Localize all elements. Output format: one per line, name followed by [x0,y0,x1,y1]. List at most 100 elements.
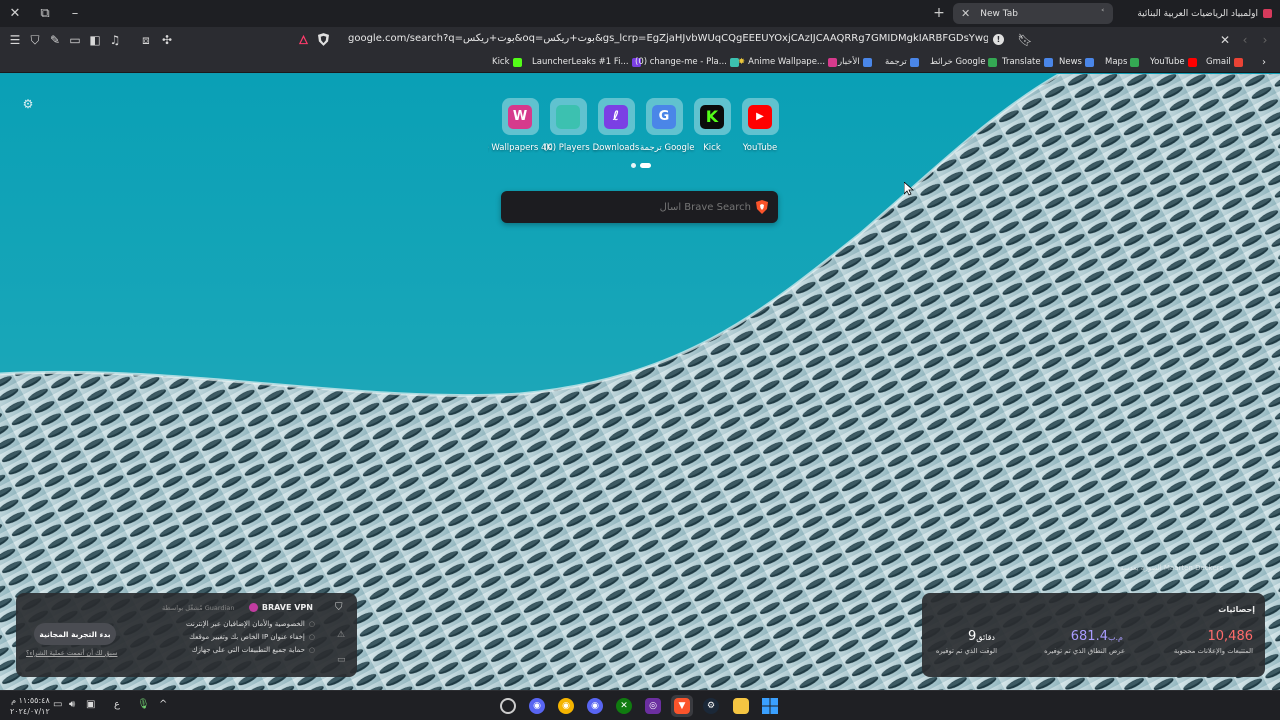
start-free-trial-button[interactable]: بدء التجربة المجانية [34,623,116,645]
tab-audio-icon: ˂ [1100,8,1106,19]
info-icon[interactable]: ! [993,34,1004,45]
bookmark-news-ar[interactable]: الأخبار [838,57,872,67]
top-site-players[interactable]: (0) Players ... [544,98,600,153]
brave-shields-icon[interactable] [318,33,329,46]
vpn-shield-icon[interactable]: ⛉ [26,31,44,49]
windows-taskbar: ١١:٥٥:٤٨ م ٢٠٢٤/٠٧/١٢ ▭ 🔊︎ ▣ ع 🎙︎ ^ ◉ ◉ … [0,690,1280,720]
vpn-guardian-label: مُشغّل بواسطة Guardian [162,604,235,612]
downloads-icon: ℓ [604,104,628,129]
close-find-icon[interactable]: ✕ [1216,31,1234,49]
check-icon: ○ [308,620,315,628]
extensions-icon[interactable]: ✎ [46,31,64,49]
vpn-title: BRAVE VPN [248,603,313,612]
tray-clock[interactable]: ١١:٥٥:٤٨ م ٢٠٢٤/٠٧/١٢ [10,695,50,717]
screenshot-icon[interactable]: ⧈ [137,31,155,49]
folder-icon [733,698,749,714]
stat-trackers-blocked: 10,486 المتتبعات والإعلانات محجوبة [1173,629,1253,655]
rewards-icon[interactable] [298,34,309,45]
page-settings-icon[interactable]: ⚙ [20,96,36,112]
new-tab-button[interactable]: + [930,4,948,22]
check-icon: ○ [308,646,315,654]
vpn-feature: ○الخصوصية والأمان الإضافيان عبر الإنترنت [185,620,315,628]
vpn-screen-icon: ▭ [337,655,346,665]
tray-overflow-icon[interactable]: ^ [159,699,167,710]
music-icon[interactable]: ♫ [106,31,124,49]
bookmark-youtube[interactable]: YouTube [1150,57,1197,67]
taskbar-app-discord[interactable]: ◉ [526,695,548,717]
new-tab-page: ⚙ W Anime Wallpapers 4K 🌸 ... (0) Player… [0,74,1280,690]
taskbar-app-steam[interactable]: ⚙ [700,695,722,717]
vpn-feature: ○إخفاء عنوان IP الخاص بك وتغيير موقعك [189,633,315,641]
player-icon [556,104,580,129]
tab-new-tab[interactable]: ✕ New Tab ˂ [953,3,1113,24]
input-language[interactable]: ع [114,699,120,710]
gmail-icon [1233,57,1243,67]
tab-strip: ✕ ⧉ – + ✕ New Tab ˂ اولمبياد الرياضيات ا… [0,0,1280,27]
browser-toolbar: ☰ ⛉ ✎ ▭ ◧ ♫ ⧈ ✣ google.com/search?q=بوت+… [0,27,1280,53]
bookmark-maps[interactable]: Maps [1105,57,1140,67]
stats-title: إحصائيات [1218,605,1255,614]
volume-icon[interactable]: 🔊︎ [69,699,75,710]
top-site-anime-wallpapers[interactable]: W Anime Wallpapers 4K 🌸 ... [488,98,552,153]
google-translate-icon: G [652,104,676,129]
battery-icon[interactable]: ▭ [53,699,62,710]
puzzle-icon[interactable]: ✣ [158,31,176,49]
brave-vpn-card: ⛉ BRAVE VPN مُشغّل بواسطة Guardian ○الخص… [16,593,357,677]
discord-ptb-icon: ◉ [587,698,603,714]
bookmarks-overflow-icon[interactable]: › [1262,57,1266,68]
taskbar-app-brave[interactable]: ▼ [671,695,693,717]
bookmark-change-me[interactable]: (0) change-me - Pla... [635,57,739,67]
bookmark-anime-wallpapers[interactable]: ✸ Anime Wallpape... [738,57,838,67]
top-site-downloads[interactable]: ℓ Downloads [592,98,640,153]
forward-icon[interactable]: › [1256,31,1274,49]
taskbar-app-file-explorer[interactable] [730,695,752,717]
tab-title: New Tab [980,8,1018,19]
stats-card: إحصائيات 10,486 المتتبعات والإعلانات محج… [922,593,1265,677]
menu-icon[interactable]: ☰ [6,31,24,49]
taskbar-app-xbox[interactable]: ✕ [613,695,635,717]
top-site-kick[interactable]: K Kick [688,98,736,153]
pager-dot[interactable] [631,163,636,168]
bookmark-icon[interactable]: 🔖︎ [1016,31,1034,49]
network-icon[interactable]: ▣ [86,699,95,710]
search-input[interactable] [511,197,751,217]
taskbar-start-button[interactable] [759,695,781,717]
bookmark-gmail[interactable]: Gmail [1206,57,1243,67]
sidebar-icon[interactable]: ◧ [86,31,104,49]
taskbar-app-obs[interactable]: ◎ [642,695,664,717]
stat-time-saved: دقائق9 الوقت الذي تم توفيره [935,629,997,655]
check-icon: ○ [308,633,315,641]
microphone-icon[interactable]: 🎙︎ [137,699,150,710]
youtube-icon [1187,57,1197,67]
top-site-google-translate[interactable]: G ترجمة Google [640,98,694,153]
address-bar[interactable]: google.com/search?q=بوت+ريكس&oq=بوت+ريكس… [290,29,1016,51]
taskbar-app-discord-canary[interactable]: ◉ [555,695,577,717]
bookmark-translate-ar[interactable]: ترجمة [885,57,919,67]
wallet-icon[interactable]: ▭ [66,31,84,49]
pager-dot-active[interactable] [640,163,651,168]
bookmark-maps-ar[interactable]: خرائط Google [930,57,998,67]
bookmark-launcherleaks[interactable]: LauncherLeaks #1 Fi... [532,57,641,67]
news-icon [862,57,872,67]
back-icon[interactable]: ‹ [1236,31,1254,49]
window-minimize-button[interactable]: – [60,3,90,23]
bookmark-kick[interactable]: Kick [492,57,522,67]
tab-olympiad[interactable]: اولمبياد الرياضيات العربية البنائية [1118,3,1280,24]
tab-close-icon[interactable]: ✕ [961,7,970,20]
steam-icon: ⚙ [703,698,719,714]
youtube-icon: ▶ [748,104,772,129]
photo-credit[interactable]: الصورة بعدسة Maarten Deckers [1120,564,1223,572]
taskbar-app-ring[interactable] [497,695,519,717]
kick-icon: K [700,104,724,129]
window-close-button[interactable]: ✕ [0,3,30,23]
taskbar-app-discord-ptb[interactable]: ◉ [584,695,606,717]
window-restore-button[interactable]: ⧉ [30,3,60,23]
tab-favicon-icon [1263,9,1272,18]
top-site-youtube[interactable]: ▶ YouTube [736,98,784,153]
wallpaper-icon [828,57,838,67]
bookmark-news[interactable]: News [1059,57,1094,67]
discord-canary-icon: ◉ [558,698,574,714]
already-purchased-link[interactable]: سبق لك أن أتممت عملية الشراء؟ [26,649,117,657]
bookmark-translate[interactable]: Translate [1002,57,1053,67]
tab-title: اولمبياد الرياضيات العربية البنائية [1137,8,1258,19]
